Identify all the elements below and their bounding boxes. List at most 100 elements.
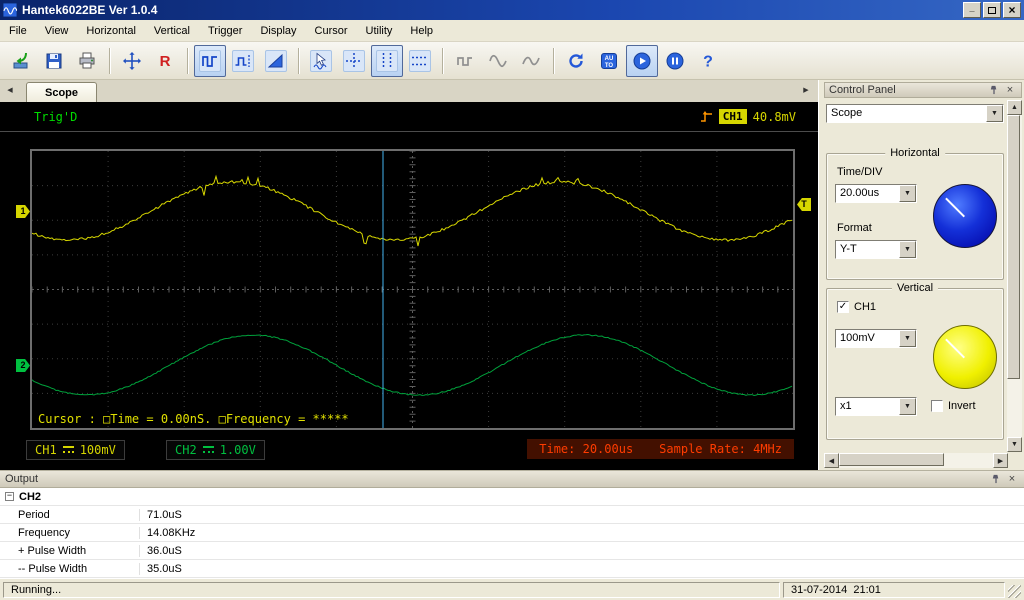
- auto-set-button[interactable]: AU TO: [593, 45, 625, 77]
- menu-cursor[interactable]: Cursor: [306, 21, 357, 41]
- pin-icon[interactable]: [987, 84, 1001, 97]
- sine-wave-button[interactable]: [482, 45, 514, 77]
- measurement-label: + Pulse Width: [0, 545, 140, 557]
- probe-combobox[interactable]: x1: [835, 397, 917, 416]
- measurement-value: 36.0uS: [140, 545, 182, 557]
- save-button[interactable]: [38, 45, 70, 77]
- output-group-row[interactable]: CH2: [0, 488, 1024, 506]
- trigger-edge-icon: [700, 110, 713, 124]
- horizontal-cursor-button[interactable]: [404, 45, 436, 77]
- output-title: Output: [5, 473, 987, 485]
- vertical-knob[interactable]: [933, 325, 997, 389]
- pulse-trigger-button[interactable]: [227, 45, 259, 77]
- reference-wave-button[interactable]: R: [149, 45, 181, 77]
- ch1-scale-badge: CH1 100mV: [26, 440, 125, 460]
- status-text: Running...: [11, 584, 61, 596]
- menu-vertical[interactable]: Vertical: [145, 21, 199, 41]
- cross-cursor-button[interactable]: [338, 45, 370, 77]
- dropdown-arrow-icon[interactable]: [986, 105, 1003, 122]
- volts-div-combobox[interactable]: 100mV: [835, 329, 917, 348]
- timediv-value: 20.00us: [836, 185, 899, 202]
- tab-scroll-left-icon[interactable]: [3, 83, 17, 99]
- scroll-up-icon[interactable]: ▲: [1007, 100, 1022, 115]
- ch1-scale: 100mV: [80, 443, 116, 457]
- start-button[interactable]: [626, 45, 658, 77]
- menu-utility[interactable]: Utility: [357, 21, 402, 41]
- dropdown-arrow-icon[interactable]: [899, 241, 916, 258]
- measurement-label: Period: [0, 509, 140, 521]
- restore-button[interactable]: [983, 2, 1001, 18]
- format-combobox[interactable]: Y-T: [835, 240, 917, 259]
- sample-rate: Sample Rate: 4MHz: [659, 442, 782, 456]
- pulse-trigger-icon: [232, 50, 254, 72]
- close-panel-icon[interactable]: ×: [1003, 84, 1017, 97]
- menu-help[interactable]: Help: [401, 21, 442, 41]
- square-wave-button[interactable]: [449, 45, 481, 77]
- pause-button[interactable]: [659, 45, 691, 77]
- smooth-wave-button[interactable]: [515, 45, 547, 77]
- trigger-level-marker[interactable]: T: [797, 198, 811, 211]
- vertical-cursor-button[interactable]: [371, 45, 403, 77]
- measurement-label: Frequency: [0, 527, 140, 539]
- self-calibration-button[interactable]: [116, 45, 148, 77]
- panel-selector-combobox[interactable]: Scope: [826, 104, 1004, 123]
- dropdown-arrow-icon[interactable]: [899, 185, 916, 202]
- vertical-scroll-thumb[interactable]: [1007, 115, 1020, 379]
- minimize-icon: [969, 6, 974, 15]
- vertical-scrollbar[interactable]: ▲ ▼: [1007, 100, 1022, 452]
- dropdown-arrow-icon[interactable]: [899, 330, 916, 347]
- resize-grip[interactable]: [1008, 585, 1021, 598]
- minimize-button[interactable]: [963, 2, 981, 18]
- horizontal-scrollbar[interactable]: ◀ ▶: [824, 453, 1008, 468]
- probe-value: x1: [836, 398, 899, 415]
- slope-trigger-button[interactable]: [260, 45, 292, 77]
- smooth-wave-icon: [521, 51, 541, 71]
- invert-checkbox[interactable]: Invert: [931, 400, 976, 412]
- table-row: -- Pulse Width 35.0uS: [0, 560, 1024, 578]
- waveform-plot: [30, 149, 795, 430]
- tab-scroll-right-icon[interactable]: [799, 83, 813, 99]
- horizontal-group: Horizontal Time/DIV 20.00us Format Y-T: [826, 153, 1004, 280]
- tab-scope[interactable]: Scope: [26, 82, 97, 103]
- close-button[interactable]: [1003, 2, 1021, 18]
- format-label: Format: [837, 222, 872, 234]
- scroll-left-icon[interactable]: ◀: [824, 453, 839, 468]
- dropdown-arrow-icon[interactable]: [899, 398, 916, 415]
- refresh-button[interactable]: [560, 45, 592, 77]
- waveform-canvas[interactable]: [32, 151, 793, 428]
- open-button[interactable]: [5, 45, 37, 77]
- checkbox-box: [931, 400, 943, 412]
- scroll-down-icon[interactable]: ▼: [1007, 437, 1022, 452]
- pin-icon[interactable]: [989, 473, 1003, 486]
- edge-trigger-button[interactable]: [194, 45, 226, 77]
- horizontal-knob[interactable]: [933, 184, 997, 248]
- menu-file[interactable]: File: [0, 21, 36, 41]
- menu-display[interactable]: Display: [251, 21, 305, 41]
- horizontal-scroll-thumb[interactable]: [839, 453, 944, 466]
- menu-horizontal[interactable]: Horizontal: [77, 21, 145, 41]
- vertical-cursor-icon: [376, 50, 398, 72]
- control-panel-title: Control Panel: [829, 84, 985, 96]
- vertical-scroll-track[interactable]: [1007, 115, 1022, 437]
- collapse-icon[interactable]: [5, 492, 14, 501]
- trigger-readout: CH1 40.8mV: [700, 109, 796, 124]
- slope-trigger-icon: [265, 50, 287, 72]
- print-button[interactable]: [71, 45, 103, 77]
- ch1-label: CH1: [35, 443, 57, 457]
- track-cursor-button[interactable]: [305, 45, 337, 77]
- sine-wave-icon: [488, 51, 508, 71]
- cursor-readout: Cursor : □Time = 0.00nS. □Frequency = **…: [38, 412, 349, 426]
- dc-coupling-icon: [203, 446, 214, 455]
- close-panel-icon[interactable]: ×: [1005, 473, 1019, 486]
- ch2-scale: 1.00V: [220, 443, 256, 457]
- menu-view[interactable]: View: [36, 21, 78, 41]
- scroll-right-icon[interactable]: ▶: [993, 453, 1008, 468]
- panel-selector-value: Scope: [827, 105, 986, 122]
- ch2-position-marker[interactable]: 2: [16, 359, 30, 372]
- timediv-combobox[interactable]: 20.00us: [835, 184, 917, 203]
- help-button[interactable]: ?: [692, 45, 724, 77]
- horizontal-scroll-track[interactable]: [839, 453, 993, 468]
- ch1-position-marker[interactable]: 1: [16, 205, 30, 218]
- ch1-checkbox[interactable]: CH1: [837, 301, 876, 313]
- menu-trigger[interactable]: Trigger: [199, 21, 251, 41]
